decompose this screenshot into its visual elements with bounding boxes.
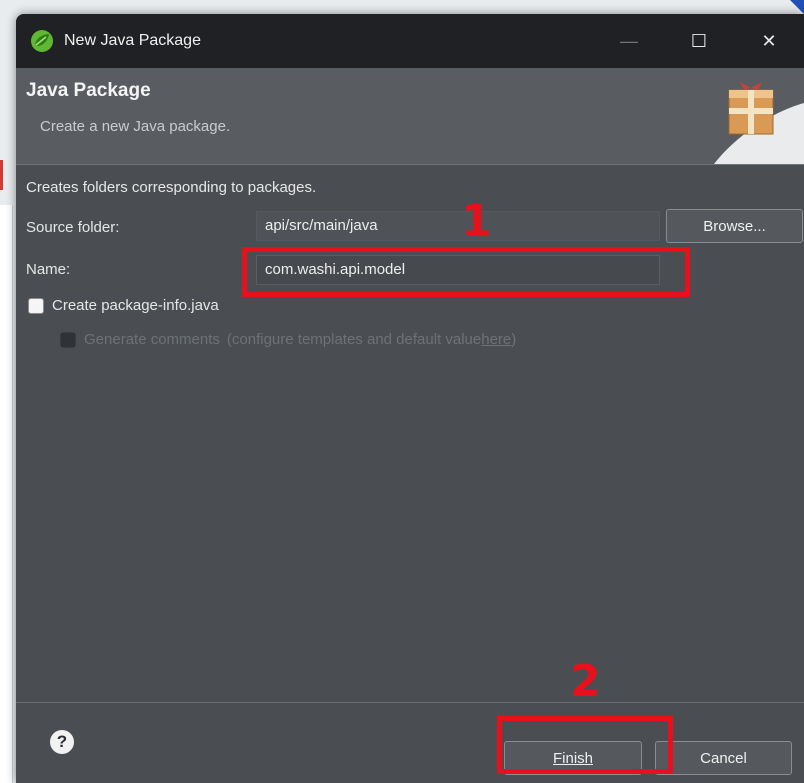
help-icon[interactable]: ? xyxy=(50,730,74,754)
annotation-marker-1: 1 xyxy=(461,196,492,247)
window-controls: — ☐ ✕ xyxy=(594,14,804,68)
maximize-icon: ☐ xyxy=(690,30,708,51)
minimize-button[interactable]: — xyxy=(594,14,664,68)
generate-comments-note: (configure templates and default value xyxy=(226,331,482,348)
package-wizard-icon xyxy=(714,82,804,164)
source-folder-input[interactable]: api/src/main/java xyxy=(256,211,660,241)
create-package-info-checkbox[interactable] xyxy=(28,297,44,314)
banner-subtitle: Create a new Java package. xyxy=(40,118,231,135)
annotation-box-2 xyxy=(497,716,673,774)
browse-button[interactable]: Browse... xyxy=(666,209,803,243)
generate-comments-row: Generate comments (configure templates a… xyxy=(60,331,516,348)
banner-title: Java Package xyxy=(26,80,151,101)
wizard-banner: Java Package Create a new Java package. xyxy=(16,68,804,165)
annotation-box-1 xyxy=(242,247,690,297)
new-java-package-dialog: New Java Package — ☐ ✕ Java Package Crea… xyxy=(16,14,804,783)
name-label: Name: xyxy=(26,261,71,278)
annotation-marker-2: 2 xyxy=(570,656,601,707)
generate-comments-label: Generate comments xyxy=(84,331,220,348)
source-folder-label: Source folder: xyxy=(26,219,120,236)
create-package-info-label: Create package-info.java xyxy=(52,297,219,314)
maximize-button[interactable]: ☐ xyxy=(664,14,734,68)
close-button[interactable]: ✕ xyxy=(734,14,804,68)
generate-comments-checkbox xyxy=(60,331,76,348)
cancel-button[interactable]: Cancel xyxy=(655,741,792,775)
generate-comments-note-end: ) xyxy=(511,331,517,348)
background-panel xyxy=(0,205,13,783)
title-bar[interactable]: New Java Package — ☐ ✕ xyxy=(16,14,804,68)
create-package-info-row[interactable]: Create package-info.java xyxy=(28,297,219,314)
footer-separator xyxy=(16,702,804,703)
minimize-icon: — xyxy=(620,30,638,51)
window-title: New Java Package xyxy=(64,32,201,49)
app-leaf-icon xyxy=(31,30,53,52)
configure-templates-link: here xyxy=(481,331,512,348)
close-icon: ✕ xyxy=(761,30,777,51)
intro-text: Creates folders corresponding to package… xyxy=(26,179,317,196)
background-mark xyxy=(0,160,3,190)
background-corner xyxy=(790,0,804,14)
